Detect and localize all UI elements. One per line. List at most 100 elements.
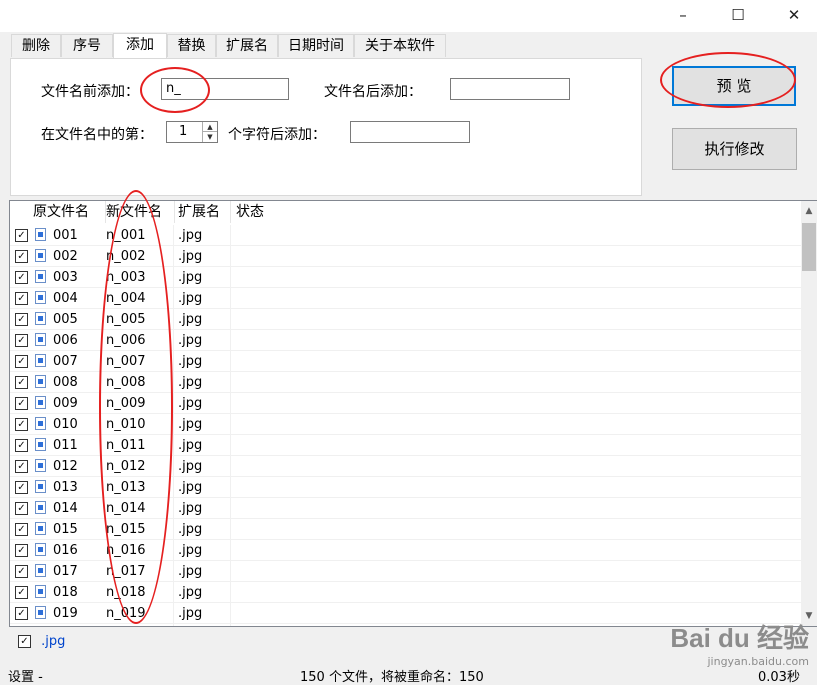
row-checkbox[interactable]: ✓ [15,376,28,389]
table-row[interactable]: ✓ 002 n_002 .jpg [10,246,802,267]
vertical-scrollbar[interactable]: ▲ ▼ [801,201,817,626]
cell-extension: .jpg [178,501,203,516]
row-checkbox[interactable]: ✓ [15,460,28,473]
row-checkbox[interactable]: ✓ [15,607,28,620]
cell-extension: .jpg [178,375,203,390]
cell-new-name: n_019 [106,606,146,621]
position-label: 在文件名中的第： [41,127,153,143]
row-checkbox[interactable]: ✓ [15,523,28,536]
execute-button[interactable]: 执行修改 [672,128,797,170]
table-row[interactable]: ✓ 009 n_009 .jpg [10,393,802,414]
tab-delete[interactable]: 删除 [11,34,61,57]
row-checkbox[interactable]: ✓ [15,292,28,305]
table-row[interactable]: ✓ 003 n_003 .jpg [10,267,802,288]
row-checkbox[interactable]: ✓ [15,313,28,326]
cell-new-name: n_010 [106,417,146,432]
position-stepper[interactable]: 1 ▲ ▼ [166,121,218,143]
filter-checkbox[interactable]: ✓ [18,635,31,648]
suffix-input[interactable] [450,78,570,100]
cell-original-name: 012 [53,459,78,474]
image-file-icon [35,312,46,325]
tab-add[interactable]: 添加 [113,33,167,58]
cell-new-name: n_017 [106,564,146,579]
row-checkbox[interactable]: ✓ [15,439,28,452]
scroll-up-icon[interactable]: ▲ [801,203,817,219]
row-checkbox[interactable]: ✓ [15,250,28,263]
row-checkbox[interactable]: ✓ [15,397,28,410]
table-row[interactable]: ✓ 010 n_010 .jpg [10,414,802,435]
cell-new-name: n_014 [106,501,146,516]
cell-new-name: n_015 [106,522,146,537]
table-row[interactable]: ✓ 004 n_004 .jpg [10,288,802,309]
table-row[interactable]: ✓ 005 n_005 .jpg [10,309,802,330]
position-after-label: 个字符后添加： [228,127,326,143]
cell-original-name: 011 [53,438,78,453]
stepper-down-icon[interactable]: ▼ [203,132,217,142]
tab-replace[interactable]: 替换 [167,34,216,57]
cell-original-name: 001 [53,228,78,243]
cell-original-name: 009 [53,396,78,411]
row-checkbox[interactable]: ✓ [15,586,28,599]
cell-new-name: n_013 [106,480,146,495]
cell-new-name: n_005 [106,312,146,327]
row-checkbox[interactable]: ✓ [15,502,28,515]
table-row[interactable]: ✓ 013 n_013 .jpg [10,477,802,498]
table-row[interactable]: ✓ 001 n_001 .jpg [10,225,802,246]
image-file-icon [35,438,46,451]
image-file-icon [35,480,46,493]
image-file-icon [35,291,46,304]
column-new-name[interactable]: 新文件名 [101,201,175,223]
row-checkbox[interactable]: ✓ [15,481,28,494]
row-checkbox[interactable]: ✓ [15,229,28,242]
add-options-panel: 文件名前添加： n_ 文件名后添加： 在文件名中的第： 1 ▲ ▼ 个字符后添加… [10,58,642,196]
position-text-input[interactable] [350,121,470,143]
file-list[interactable]: 原文件名 新文件名 扩展名 状态 ✓ 001 n_001 .jpg ✓ 002 n_002.… [9,200,817,627]
prefix-input[interactable]: n_ [161,78,289,100]
table-row[interactable]: ✓ 007 n_007 .jpg [10,351,802,372]
table-row[interactable]: ✓ 008 n_008 .jpg [10,372,802,393]
image-file-icon [35,417,46,430]
table-row[interactable]: ✓ 017 n_017 .jpg [10,561,802,582]
tab-about[interactable]: 关于本软件 [354,34,446,57]
stepper-up-icon[interactable]: ▲ [203,122,217,132]
table-row[interactable]: ✓ 012 n_012 .jpg [10,456,802,477]
tab-sequence[interactable]: 序号 [61,34,113,57]
cell-original-name: 005 [53,312,78,327]
extension-filter: ✓ .jpg [18,634,65,649]
preview-button[interactable]: 预 览 [672,66,796,106]
tab-datetime[interactable]: 日期时间 [278,34,354,57]
close-button[interactable]: ✕ [771,0,817,30]
cell-extension: .jpg [178,522,203,537]
image-file-icon [35,375,46,388]
list-header: 原文件名 新文件名 扩展名 状态 [10,201,802,223]
table-row[interactable]: ✓ 016 n_016 .jpg [10,540,802,561]
cell-extension: .jpg [178,459,203,474]
table-row[interactable]: ✓ 011 n_011 .jpg [10,435,802,456]
column-status[interactable]: 状态 [231,201,791,223]
watermark-url: jingyan.baidu.com [707,655,809,668]
cell-extension: .jpg [178,417,203,432]
row-checkbox[interactable]: ✓ [15,565,28,578]
table-row[interactable]: ✓ 006 n_006 .jpg [10,330,802,351]
column-extension[interactable]: 扩展名 [173,201,231,223]
minimize-button[interactable]: – [660,0,706,30]
filter-extension-label[interactable]: .jpg [41,634,65,649]
table-row[interactable]: ✓ 018 n_018 .jpg [10,582,802,603]
row-checkbox[interactable]: ✓ [15,271,28,284]
tab-extension[interactable]: 扩展名 [216,34,278,57]
image-file-icon [35,564,46,577]
scroll-thumb[interactable] [802,223,816,271]
column-original-name[interactable]: 原文件名 [28,201,106,223]
cell-original-name: 017 [53,564,78,579]
row-checkbox[interactable]: ✓ [15,334,28,347]
image-file-icon [35,459,46,472]
row-checkbox[interactable]: ✓ [15,418,28,431]
table-row[interactable]: ✓ 014 n_014 .jpg [10,498,802,519]
cell-original-name: 007 [53,354,78,369]
watermark-logo: Bai du 经验 [670,623,809,653]
cell-extension: .jpg [178,564,203,579]
table-row[interactable]: ✓ 015 n_015 .jpg [10,519,802,540]
row-checkbox[interactable]: ✓ [15,544,28,557]
row-checkbox[interactable]: ✓ [15,355,28,368]
maximize-button[interactable]: ☐ [715,0,761,30]
